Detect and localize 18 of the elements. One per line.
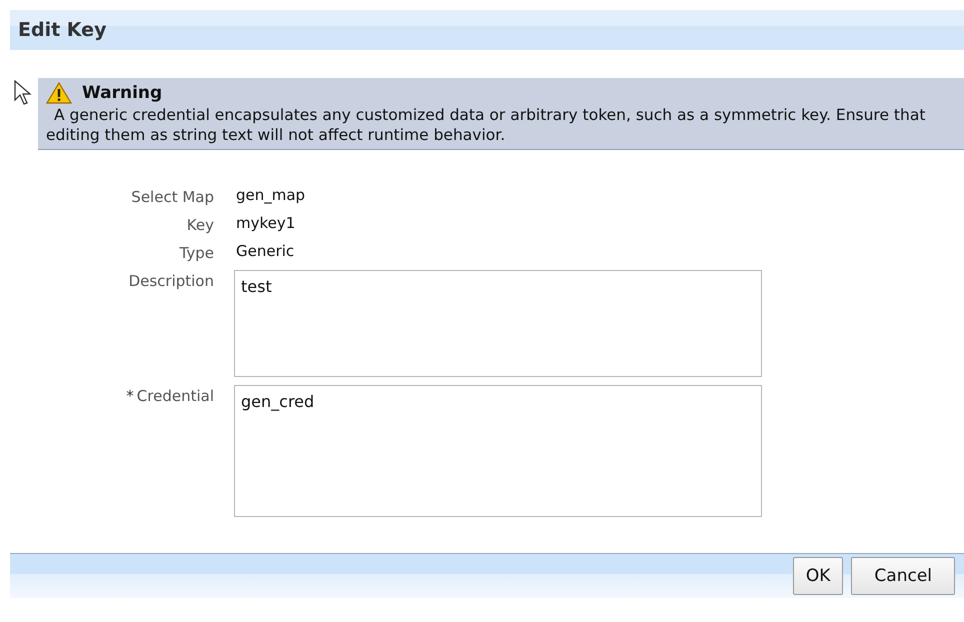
warning-title: Warning (82, 83, 162, 103)
warning-icon (46, 82, 72, 104)
required-mark: * (126, 387, 134, 405)
field-value: gen_map (236, 186, 306, 206)
field-label: Type (180, 244, 214, 262)
field-label: Description (128, 272, 214, 290)
field-label: Key (186, 216, 214, 234)
text-area[interactable]: test (234, 270, 762, 377)
field-label: Select Map (131, 188, 214, 206)
dialog-title: Edit Key (18, 19, 106, 41)
field-label: Credential (136, 387, 214, 405)
dialog-button[interactable]: OK (792, 557, 844, 595)
field-value: mykey1 (236, 214, 296, 234)
dialog-button[interactable]: Cancel (851, 557, 955, 595)
field-value: Generic (236, 242, 296, 262)
text-area[interactable]: gen_cred (234, 385, 762, 517)
warning-message: A generic credential encapsulates any customized data or arbitrary token, such as a symmetric key. Ensure that editing them as string text will not affect runtime behavior. (46, 105, 926, 145)
mouse-pointer-icon (14, 80, 34, 106)
